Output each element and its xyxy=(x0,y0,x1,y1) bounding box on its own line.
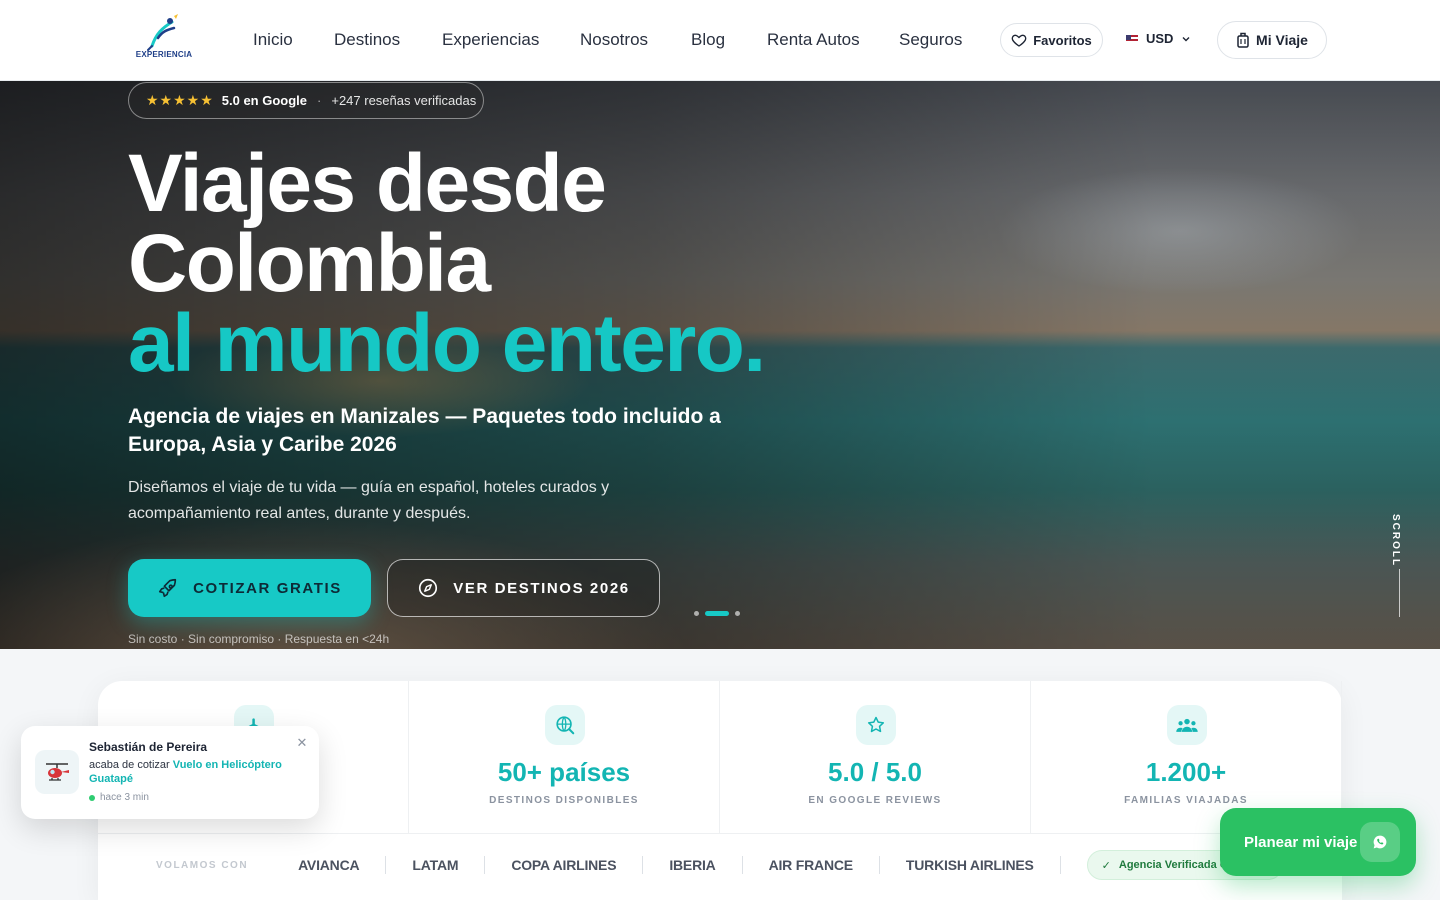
us-flag-icon xyxy=(1126,34,1138,43)
hero-subtitle: Agencia de viajes en Manizales — Paquete… xyxy=(128,405,721,456)
airline-copa: COPA AIRLINES xyxy=(485,856,644,874)
stat-icon-wrap xyxy=(1167,705,1207,745)
airline-turkish: TURKISH AIRLINES xyxy=(880,856,1061,874)
nav-link-experiencias[interactable]: Experiencias xyxy=(442,30,539,50)
check-icon: ✓ xyxy=(1101,859,1111,872)
hero-description: Diseñamos el viaje de tu vida — guía en … xyxy=(128,479,610,522)
stat-item-countries: 50+ países DESTINOS DISPONIBLES xyxy=(409,681,720,833)
plan-trip-whatsapp-button[interactable]: Planear mi viaje xyxy=(1220,808,1416,876)
scroll-line xyxy=(1399,569,1400,617)
quote-free-label: COTIZAR GRATIS xyxy=(193,579,342,597)
users-icon xyxy=(1176,718,1198,732)
nav-link-seguros[interactable]: Seguros xyxy=(899,30,962,50)
stat-icon-wrap xyxy=(856,705,896,745)
whatsapp-icon xyxy=(1373,835,1387,849)
logo-wordmark: EXPERIENCIA xyxy=(135,50,193,59)
plan-trip-label: Planear mi viaje xyxy=(1244,833,1358,851)
rocket-icon xyxy=(159,578,177,598)
stat-label: FAMILIAS VIAJADAS xyxy=(1124,795,1248,806)
stat-item-reviews: 5.0 / 5.0 EN GOOGLE REVIEWS xyxy=(720,681,1031,833)
airlines-strip: VOLAMOS CON AVIANCA LATAM COPA AIRLINES … xyxy=(98,833,1342,897)
nav-link-inicio[interactable]: Inicio xyxy=(253,30,293,50)
stat-label: DESTINOS DISPONIBLES xyxy=(489,795,639,806)
airline-avianca: AVIANCA xyxy=(272,856,387,874)
nav-link-renta-autos[interactable]: Renta Autos xyxy=(767,30,860,50)
favorites-button[interactable]: Favoritos xyxy=(1000,23,1103,57)
airline-latam: LATAM xyxy=(386,856,486,874)
top-navbar: EXPERIENCIA Inicio Destinos Experiencias… xyxy=(0,0,1440,81)
hero-title-line-1: Viajes desde xyxy=(128,138,607,229)
my-trip-label: Mi Viaje xyxy=(1256,32,1308,48)
hero-title-line-3: al mundo entero. xyxy=(128,298,766,389)
currency-value: USD xyxy=(1146,31,1174,46)
nav-link-destinos[interactable]: Destinos xyxy=(334,30,400,50)
rating-value: 5.0 en Google xyxy=(221,93,308,108)
toast-time: hace 3 min xyxy=(89,792,149,803)
nav-link-blog[interactable]: Blog xyxy=(691,30,725,50)
stat-value: 50+ países xyxy=(497,757,631,787)
toast-thumbnail xyxy=(35,750,79,794)
chevron-down-icon xyxy=(1182,36,1190,41)
favorites-label: Favoritos xyxy=(1033,32,1092,48)
view-destinations-button[interactable]: VER DESTINOS 2026 xyxy=(387,559,660,617)
toast-message: acaba de cotizar Vuelo en Helicóptero Gu… xyxy=(89,758,299,786)
slide-dot-3[interactable] xyxy=(735,611,740,616)
close-icon[interactable]: ✕ xyxy=(295,736,309,750)
luggage-icon xyxy=(1237,32,1249,48)
airline-air-france: AIR FRANCE xyxy=(743,856,880,874)
my-trip-button[interactable]: Mi Viaje xyxy=(1217,21,1327,59)
toast-message-prefix: acaba de cotizar xyxy=(89,759,170,771)
stat-label: EN GOOGLE REVIEWS xyxy=(808,795,942,806)
star-icon xyxy=(867,716,885,733)
slide-dot-2[interactable] xyxy=(705,611,729,616)
traveler-logo-icon xyxy=(147,14,178,51)
nav-link-nosotros[interactable]: Nosotros xyxy=(580,30,648,50)
view-destinations-label: VER DESTINOS 2026 xyxy=(453,579,630,597)
google-rating-badge: ★★★★★ 5.0 en Google · +247 reseñas verif… xyxy=(128,82,484,119)
stat-value: 1.200+ xyxy=(1145,757,1227,787)
rating-reviews: +247 reseñas verificadas xyxy=(331,93,477,108)
airline-iberia: IBERIA xyxy=(643,856,743,874)
rating-stars: ★★★★★ xyxy=(146,92,214,108)
quote-free-button[interactable]: COTIZAR GRATIS xyxy=(128,559,371,617)
slide-indicators xyxy=(694,611,740,616)
hero-title-line-2: Colombia xyxy=(128,218,491,309)
recent-quote-toast: Sebastián de Pereira acaba de cotizar Vu… xyxy=(21,726,319,819)
currency-selector[interactable]: USD xyxy=(1126,31,1191,46)
heart-icon xyxy=(1011,34,1027,47)
toast-user-name: Sebastián de Pereira xyxy=(89,740,208,754)
globe-search-icon xyxy=(556,716,575,735)
airlines-label: VOLAMOS CON xyxy=(156,859,249,871)
slide-dot-1[interactable] xyxy=(694,611,699,616)
brand-logo[interactable]: EXPERIENCIA xyxy=(132,12,196,62)
stat-value: 5.0 / 5.0 xyxy=(828,757,922,787)
scroll-label: SCROLL xyxy=(1390,514,1401,568)
rating-separator: · xyxy=(317,93,322,108)
whatsapp-icon-wrap xyxy=(1360,822,1400,862)
helicopter-icon xyxy=(46,763,69,781)
stat-icon-wrap xyxy=(545,705,585,745)
compass-icon xyxy=(419,578,438,598)
hero-note: Sin costo · Sin compromiso · Respuesta e… xyxy=(128,632,390,646)
hero-section: ★★★★★ 5.0 en Google · +247 reseñas verif… xyxy=(0,81,1440,649)
